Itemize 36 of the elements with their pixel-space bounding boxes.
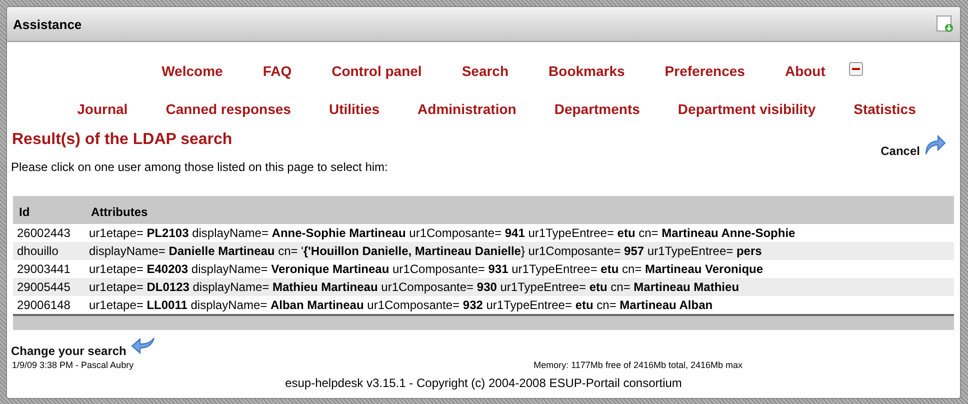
menu-link[interactable]: Departments xyxy=(554,101,640,117)
change-search-link[interactable]: Change your search xyxy=(11,344,126,358)
menu-link[interactable]: FAQ xyxy=(262,63,292,79)
table-cell[interactable]: ur1etape= PL2103 displayName= Anne-Sophie Martineau ur1Composante= 941 ur1TypeEntree= etu cn= Martineau Anne-Sophie xyxy=(89,226,796,240)
menu-link[interactable]: Control panel xyxy=(332,63,422,79)
table-cell[interactable]: 26002443 xyxy=(17,226,70,240)
menu-link[interactable]: Bookmarks xyxy=(548,63,625,79)
collapse-icon[interactable] xyxy=(849,62,864,76)
instruction-text: Please click on one user among those listed on this page to select him: xyxy=(11,160,389,174)
menu-link[interactable]: Search xyxy=(462,63,509,79)
column-header: Id xyxy=(19,205,30,219)
table-cell[interactable]: ur1etape= LL0011 displayName= Alban Martineau ur1Composante= 932 ur1TypeEntree= etu cn= Martineau Alban xyxy=(89,298,713,312)
menu-link[interactable]: Statistics xyxy=(854,101,916,117)
copyright-text: esup-helpdesk v3.15.1 - Copyright (c) 2004-2008 ESUP-Portail consortium xyxy=(284,376,683,390)
menu-link[interactable]: Preferences xyxy=(664,63,745,79)
menu-link[interactable]: Welcome xyxy=(162,63,223,79)
menu-link[interactable]: Journal xyxy=(77,101,128,117)
page-heading: Result(s) of the LDAP search xyxy=(12,131,232,150)
menu-link[interactable]: Canned responses xyxy=(166,101,291,117)
menu-link[interactable]: Department visibility xyxy=(678,101,816,117)
page-add-icon[interactable] xyxy=(936,15,954,33)
cancel-link[interactable]: Cancel xyxy=(880,144,920,158)
memory-info: Memory: 1177Mb free of 2416Mb total, 2416Mb max xyxy=(534,360,743,370)
window-title: Assistance xyxy=(13,16,82,32)
table-cell[interactable]: ur1etape= E40203 displayName= Veronique Martineau ur1Composante= 931 ur1TypeEntree= etu cn= Martineau Veronique xyxy=(89,262,764,276)
table-cell[interactable]: displayName= Danielle Martineau cn= '{'Houillon Danielle, Martineau Danielle} ur1Composante= 957 ur1TypeEntree= pers xyxy=(89,244,762,258)
menu-link[interactable]: Administration xyxy=(418,101,516,117)
table-cell[interactable]: 29003441 xyxy=(17,262,70,276)
menu-link[interactable]: About xyxy=(784,63,826,79)
table-cell[interactable]: dhouillo xyxy=(17,244,58,258)
menu-link[interactable]: Utilities xyxy=(328,101,380,117)
table-cell[interactable]: ur1etape= DL0123 displayName= Mathieu Martineau ur1Composante= 930 ur1TypeEntree= etu cn= Martineau Mathieu xyxy=(89,280,740,294)
table-cell[interactable]: 29005445 xyxy=(17,280,70,294)
column-header: Attributes xyxy=(91,205,148,219)
user-info: 1/9/09 3:38 PM - Pascal Aubry xyxy=(12,360,134,370)
table-cell[interactable]: 29006148 xyxy=(17,298,70,312)
